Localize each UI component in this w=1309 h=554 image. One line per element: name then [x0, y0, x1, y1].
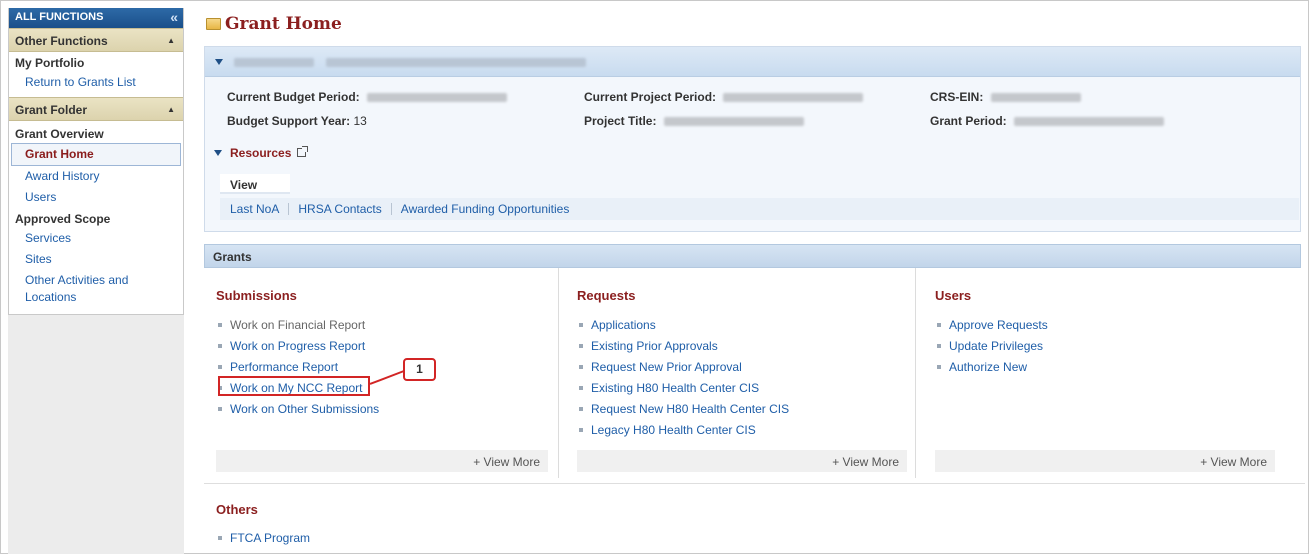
- users-view-more[interactable]: + View More: [935, 450, 1275, 472]
- redacted-grant-number: [234, 58, 315, 67]
- redacted-value: [1014, 117, 1165, 126]
- requests-list: Applications Existing Prior Approvals Re…: [577, 315, 907, 441]
- sidebar-item-sites[interactable]: Sites: [9, 249, 183, 270]
- hrsa-contacts-link[interactable]: HRSA Contacts: [298, 202, 381, 216]
- others-divider: [204, 483, 1305, 484]
- last-noa-link[interactable]: Last NoA: [230, 202, 279, 216]
- others-section: Others FTCA Program: [216, 502, 310, 545]
- sidebar-item-other-activities[interactable]: Other Activities and: [9, 270, 183, 289]
- callout-number-badge: 1: [403, 358, 436, 381]
- list-item[interactable]: Update Privileges: [935, 336, 1275, 357]
- resources-toggle[interactable]: Resources: [214, 146, 309, 160]
- budget-support-year-label: Budget Support Year:: [227, 114, 351, 128]
- sidebar-item-services[interactable]: Services: [9, 228, 183, 249]
- list-item[interactable]: Approve Requests: [935, 315, 1275, 336]
- crs-ein-label: CRS-EIN:: [930, 90, 984, 104]
- grant-folder-section[interactable]: Grant Folder ▲: [9, 97, 183, 121]
- list-item[interactable]: Legacy H80 Health Center CIS: [577, 420, 907, 441]
- divider: [391, 203, 393, 215]
- sidebar-item-users[interactable]: Users: [9, 187, 183, 208]
- approved-scope-heading: Approved Scope: [15, 212, 111, 226]
- sidebar-panel: ALL FUNCTIONS « Other Functions ▲ My Por…: [8, 8, 184, 315]
- sidebar-item-award-history[interactable]: Award History: [9, 166, 183, 187]
- all-functions-header[interactable]: ALL FUNCTIONS «: [9, 8, 183, 28]
- grant-details-header[interactable]: [205, 47, 1300, 77]
- sidebar: ALL FUNCTIONS « Other Functions ▲ My Por…: [8, 8, 184, 554]
- redacted-value: [367, 93, 508, 102]
- return-to-grants-link[interactable]: Return to Grants List: [9, 72, 183, 93]
- external-link-icon[interactable]: [297, 146, 309, 157]
- project-title-label: Project Title:: [584, 114, 657, 128]
- list-item[interactable]: Existing H80 Health Center CIS: [577, 378, 907, 399]
- grant-overview-heading: Grant Overview: [15, 127, 104, 141]
- grant-folder-label: Grant Folder: [15, 103, 88, 117]
- other-functions-label: Other Functions: [15, 34, 108, 48]
- others-title: Others: [216, 502, 258, 517]
- column-divider: [915, 268, 916, 478]
- list-item[interactable]: Work on Progress Report: [216, 336, 552, 357]
- sidebar-item-grant-home[interactable]: Grant Home: [11, 143, 181, 166]
- redacted-value: [723, 93, 864, 102]
- ftca-program-link[interactable]: FTCA Program: [216, 531, 310, 545]
- caret-up-icon[interactable]: ▲: [167, 105, 175, 114]
- budget-support-year-value: 13: [353, 114, 367, 128]
- current-budget-period: Current Budget Period:: [227, 90, 508, 104]
- resources-view: View Last NoA HRSA Contacts Awarded Fund…: [214, 174, 1299, 220]
- grant-period-label: Grant Period:: [930, 114, 1007, 128]
- submissions-view-more[interactable]: + View More: [216, 450, 548, 472]
- grants-header: Grants: [204, 244, 1301, 268]
- collapse-icon[interactable]: «: [170, 9, 178, 25]
- redacted-grant-name: [325, 58, 586, 67]
- users-title: Users: [935, 288, 972, 303]
- list-item[interactable]: Applications: [577, 315, 907, 336]
- redacted-value: [663, 117, 804, 126]
- main-content: Grant Home Current Budget Period: Curren…: [196, 8, 1301, 232]
- resources-links: Last NoA HRSA Contacts Awarded Funding O…: [220, 198, 1299, 220]
- other-functions-section[interactable]: Other Functions ▲: [9, 28, 183, 52]
- divider: [288, 203, 290, 215]
- requests-view-more[interactable]: + View More: [577, 450, 907, 472]
- requests-title: Requests: [577, 288, 636, 303]
- crs-ein: CRS-EIN:: [930, 90, 1081, 104]
- list-item[interactable]: Request New Prior Approval: [577, 357, 907, 378]
- column-divider: [558, 268, 559, 478]
- awarded-funding-link[interactable]: Awarded Funding Opportunities: [401, 202, 570, 216]
- project-title: Project Title:: [584, 114, 804, 128]
- my-portfolio-heading: My Portfolio: [15, 56, 85, 70]
- tab-view[interactable]: View: [220, 174, 290, 194]
- users-list: Approve Requests Update Privileges Autho…: [935, 315, 1275, 378]
- budget-support-year: Budget Support Year: 13: [227, 114, 367, 128]
- grant-period: Grant Period:: [930, 114, 1165, 128]
- all-functions-label: ALL FUNCTIONS: [15, 11, 104, 23]
- current-project-period-label: Current Project Period:: [584, 90, 717, 104]
- folder-icon: [206, 18, 221, 30]
- current-project-period: Current Project Period:: [584, 90, 864, 104]
- caret-up-icon[interactable]: ▲: [167, 36, 175, 45]
- list-item[interactable]: Existing Prior Approvals: [577, 336, 907, 357]
- page-title: Grant Home: [196, 8, 1301, 38]
- sidebar-item-locations[interactable]: Locations: [9, 289, 183, 314]
- list-item[interactable]: Authorize New: [935, 357, 1275, 378]
- page-title-text: Grant Home: [225, 14, 342, 34]
- list-item[interactable]: Work on Financial Report: [216, 315, 552, 336]
- current-budget-period-label: Current Budget Period:: [227, 90, 360, 104]
- list-item[interactable]: Work on Other Submissions: [216, 399, 552, 420]
- redacted-value: [990, 93, 1081, 102]
- resources-label: Resources: [230, 146, 292, 160]
- collapse-triangle-icon[interactable]: [214, 150, 222, 156]
- submissions-title: Submissions: [216, 288, 297, 303]
- collapse-triangle-icon[interactable]: [215, 59, 223, 65]
- list-item[interactable]: Request New H80 Health Center CIS: [577, 399, 907, 420]
- callout-connector: [370, 370, 405, 385]
- callout-highlight-box: [218, 376, 370, 396]
